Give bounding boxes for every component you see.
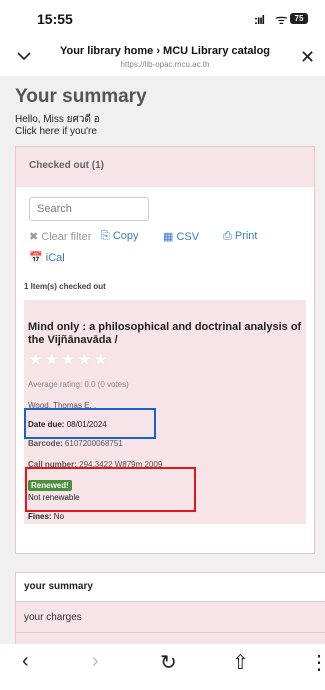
- fines-label: Fines:: [28, 512, 52, 521]
- print-button[interactable]: ⎙ Print: [223, 230, 257, 243]
- forward-icon[interactable]: ›: [92, 650, 99, 673]
- battery-icon: 75: [290, 13, 308, 24]
- checked-out-title: Checked out (1): [29, 160, 105, 171]
- checked-out-tab[interactable]: Checked out (1): [16, 147, 314, 187]
- ical-button[interactable]: 📅 iCal: [29, 251, 65, 264]
- book-title-link[interactable]: Mind only : a philosophical and doctrina…: [28, 321, 304, 347]
- greeting-text: Hello, Miss ยศวดี อ: [15, 114, 100, 125]
- average-rating: Average rating: 0.0 (0 votes): [28, 380, 129, 389]
- menu-item-charges[interactable]: your charges: [16, 602, 325, 633]
- user-menu: your summary your charges: [15, 572, 325, 646]
- rating-stars[interactable]: ★★★★★: [28, 350, 109, 370]
- chevron-down-icon[interactable]: [16, 48, 32, 64]
- search-input[interactable]: Search: [29, 197, 149, 221]
- date-due-highlight: [24, 408, 156, 439]
- page-title-in-bar: Your library home › MCU Library catalog: [59, 45, 271, 57]
- click-here-link[interactable]: Click here if you're: [15, 126, 97, 137]
- barcode: Barcode: 6107200068751: [28, 439, 123, 448]
- browser-toolbar: ‹ › ↻ ⇧ ⋮: [0, 644, 325, 690]
- more-options-icon[interactable]: ⋮: [309, 650, 325, 675]
- signal-icon: :ııl: [254, 13, 265, 27]
- clear-filter-button[interactable]: ✖ Clear filter: [29, 230, 91, 243]
- search-placeholder: Search: [37, 203, 72, 215]
- browser-url-bar[interactable]: Your library home › MCU Library catalog …: [0, 38, 325, 76]
- copy-button[interactable]: ⎘ Copy: [101, 230, 139, 243]
- close-icon[interactable]: ✕: [300, 47, 315, 68]
- menu-item-summary[interactable]: your summary: [16, 573, 325, 602]
- menu-item-summary-label: your summary: [24, 581, 93, 592]
- menu-item-charges-label: your charges: [24, 612, 82, 623]
- renewed-highlight: [25, 467, 196, 512]
- page-heading: Your summary: [15, 86, 147, 107]
- barcode-value: 6107200068751: [64, 439, 123, 448]
- csv-button[interactable]: ▦ CSV: [163, 230, 199, 243]
- back-icon[interactable]: ‹: [22, 650, 29, 673]
- share-icon[interactable]: ⇧: [232, 650, 249, 675]
- fines-value: No: [53, 512, 65, 521]
- fines: Fines: No: [28, 512, 64, 521]
- wifi-icon: ᯤ: [275, 11, 288, 27]
- status-time: 15:55: [37, 11, 73, 27]
- reload-icon[interactable]: ↻: [160, 650, 177, 675]
- items-count: 1 Item(s) checked out: [24, 282, 106, 291]
- status-bar: 15:55 :ııl ᯤ 75: [0, 0, 325, 38]
- barcode-label: Barcode:: [28, 439, 63, 448]
- page-url: https://lib-opac.mcu.ac.th: [120, 60, 210, 69]
